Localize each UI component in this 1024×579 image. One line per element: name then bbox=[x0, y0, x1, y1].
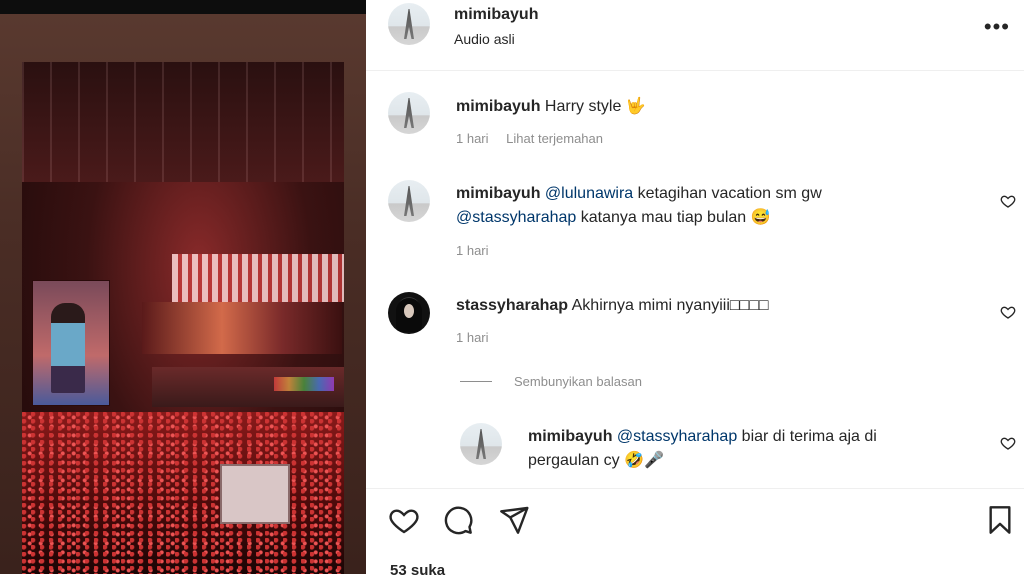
reply-avatar[interactable] bbox=[460, 423, 502, 465]
post-media[interactable] bbox=[0, 0, 366, 574]
more-options-icon[interactable]: ••• bbox=[984, 14, 1010, 40]
like-comment-heart-icon[interactable] bbox=[1000, 304, 1016, 320]
like-heart-icon[interactable] bbox=[388, 504, 420, 536]
like-comment-heart-icon[interactable] bbox=[1000, 435, 1016, 451]
reply-username[interactable]: mimibayuh bbox=[528, 428, 612, 445]
comment-text: ketagihan vacation sm gw bbox=[633, 185, 822, 202]
share-send-icon[interactable] bbox=[498, 504, 530, 536]
post-details-panel: mimibayuh Audio asli ••• mimibayuh Harry… bbox=[366, 0, 1024, 579]
like-comment-heart-icon[interactable] bbox=[1000, 193, 1016, 209]
avatar[interactable] bbox=[388, 3, 430, 45]
microphone-emoji: 🎤 bbox=[644, 452, 664, 469]
caption-username[interactable]: mimibayuh bbox=[456, 98, 540, 115]
laughing-emoji: 🤣 bbox=[624, 452, 644, 469]
reply-text: pergaulan cy bbox=[528, 452, 620, 469]
caption: mimibayuh Harry style 🤟 bbox=[456, 95, 646, 119]
led-wall bbox=[172, 254, 344, 302]
rock-hand-emoji: 🤟 bbox=[625, 98, 646, 115]
comment-avatar[interactable] bbox=[388, 180, 430, 222]
mention-link[interactable]: @stassyharahap bbox=[617, 428, 737, 445]
caption-text: Harry style bbox=[544, 98, 622, 115]
stage bbox=[152, 367, 344, 407]
comment-time: 1 hari bbox=[456, 243, 489, 258]
stage-truss bbox=[22, 62, 344, 182]
hide-replies-button[interactable]: Sembunyikan balasan bbox=[460, 374, 642, 389]
actions-divider bbox=[366, 488, 1024, 489]
see-translation-link[interactable]: Lihat terjemahan bbox=[506, 131, 603, 146]
media-top-bar bbox=[0, 0, 366, 14]
sweat-smile-emoji: 😅 bbox=[750, 209, 771, 226]
post-username[interactable]: mimibayuh bbox=[454, 6, 538, 24]
reply-dash bbox=[460, 381, 492, 382]
crowd bbox=[22, 412, 344, 574]
comment-1: mimibayuh @lulunawira ketagihan vacation… bbox=[456, 182, 976, 230]
audio-label[interactable]: Audio asli bbox=[454, 31, 515, 47]
comment-bubble-icon[interactable] bbox=[442, 504, 474, 536]
reply-text: biar di terima aja di bbox=[737, 428, 877, 445]
save-bookmark-icon[interactable] bbox=[984, 504, 1016, 536]
caption-time: 1 hari bbox=[456, 131, 489, 146]
likes-count[interactable]: 53 suka bbox=[390, 562, 445, 579]
comment-username[interactable]: stassyharahap bbox=[456, 297, 568, 314]
mention-link[interactable]: @stassyharahap bbox=[456, 209, 576, 226]
stage-screen bbox=[142, 302, 342, 354]
post-header: mimibayuh Audio asli ••• bbox=[366, 0, 1024, 71]
caption-meta: 1 hari Lihat terjemahan bbox=[456, 131, 603, 146]
side-screen bbox=[32, 280, 110, 406]
concert-video[interactable] bbox=[22, 62, 344, 574]
comment-text: Akhirnya mimi nyanyiii□□□□ bbox=[571, 297, 769, 314]
comment-username[interactable]: mimibayuh bbox=[456, 185, 540, 202]
hide-replies-label: Sembunyikan balasan bbox=[514, 374, 642, 389]
caption-avatar[interactable] bbox=[388, 92, 430, 134]
reply-comment: mimibayuh @stassyharahap biar di terima … bbox=[528, 425, 988, 473]
mention-link[interactable]: @lulunawira bbox=[545, 185, 633, 202]
sound-booth bbox=[220, 464, 290, 524]
comment-2: stassyharahap Akhirnya mimi nyanyiii□□□□ bbox=[456, 294, 769, 318]
comment-avatar[interactable] bbox=[388, 292, 430, 334]
comment-time: 1 hari bbox=[456, 330, 489, 345]
comment-text: katanya mau tiap bulan bbox=[576, 209, 747, 226]
post-actions bbox=[388, 504, 1011, 538]
